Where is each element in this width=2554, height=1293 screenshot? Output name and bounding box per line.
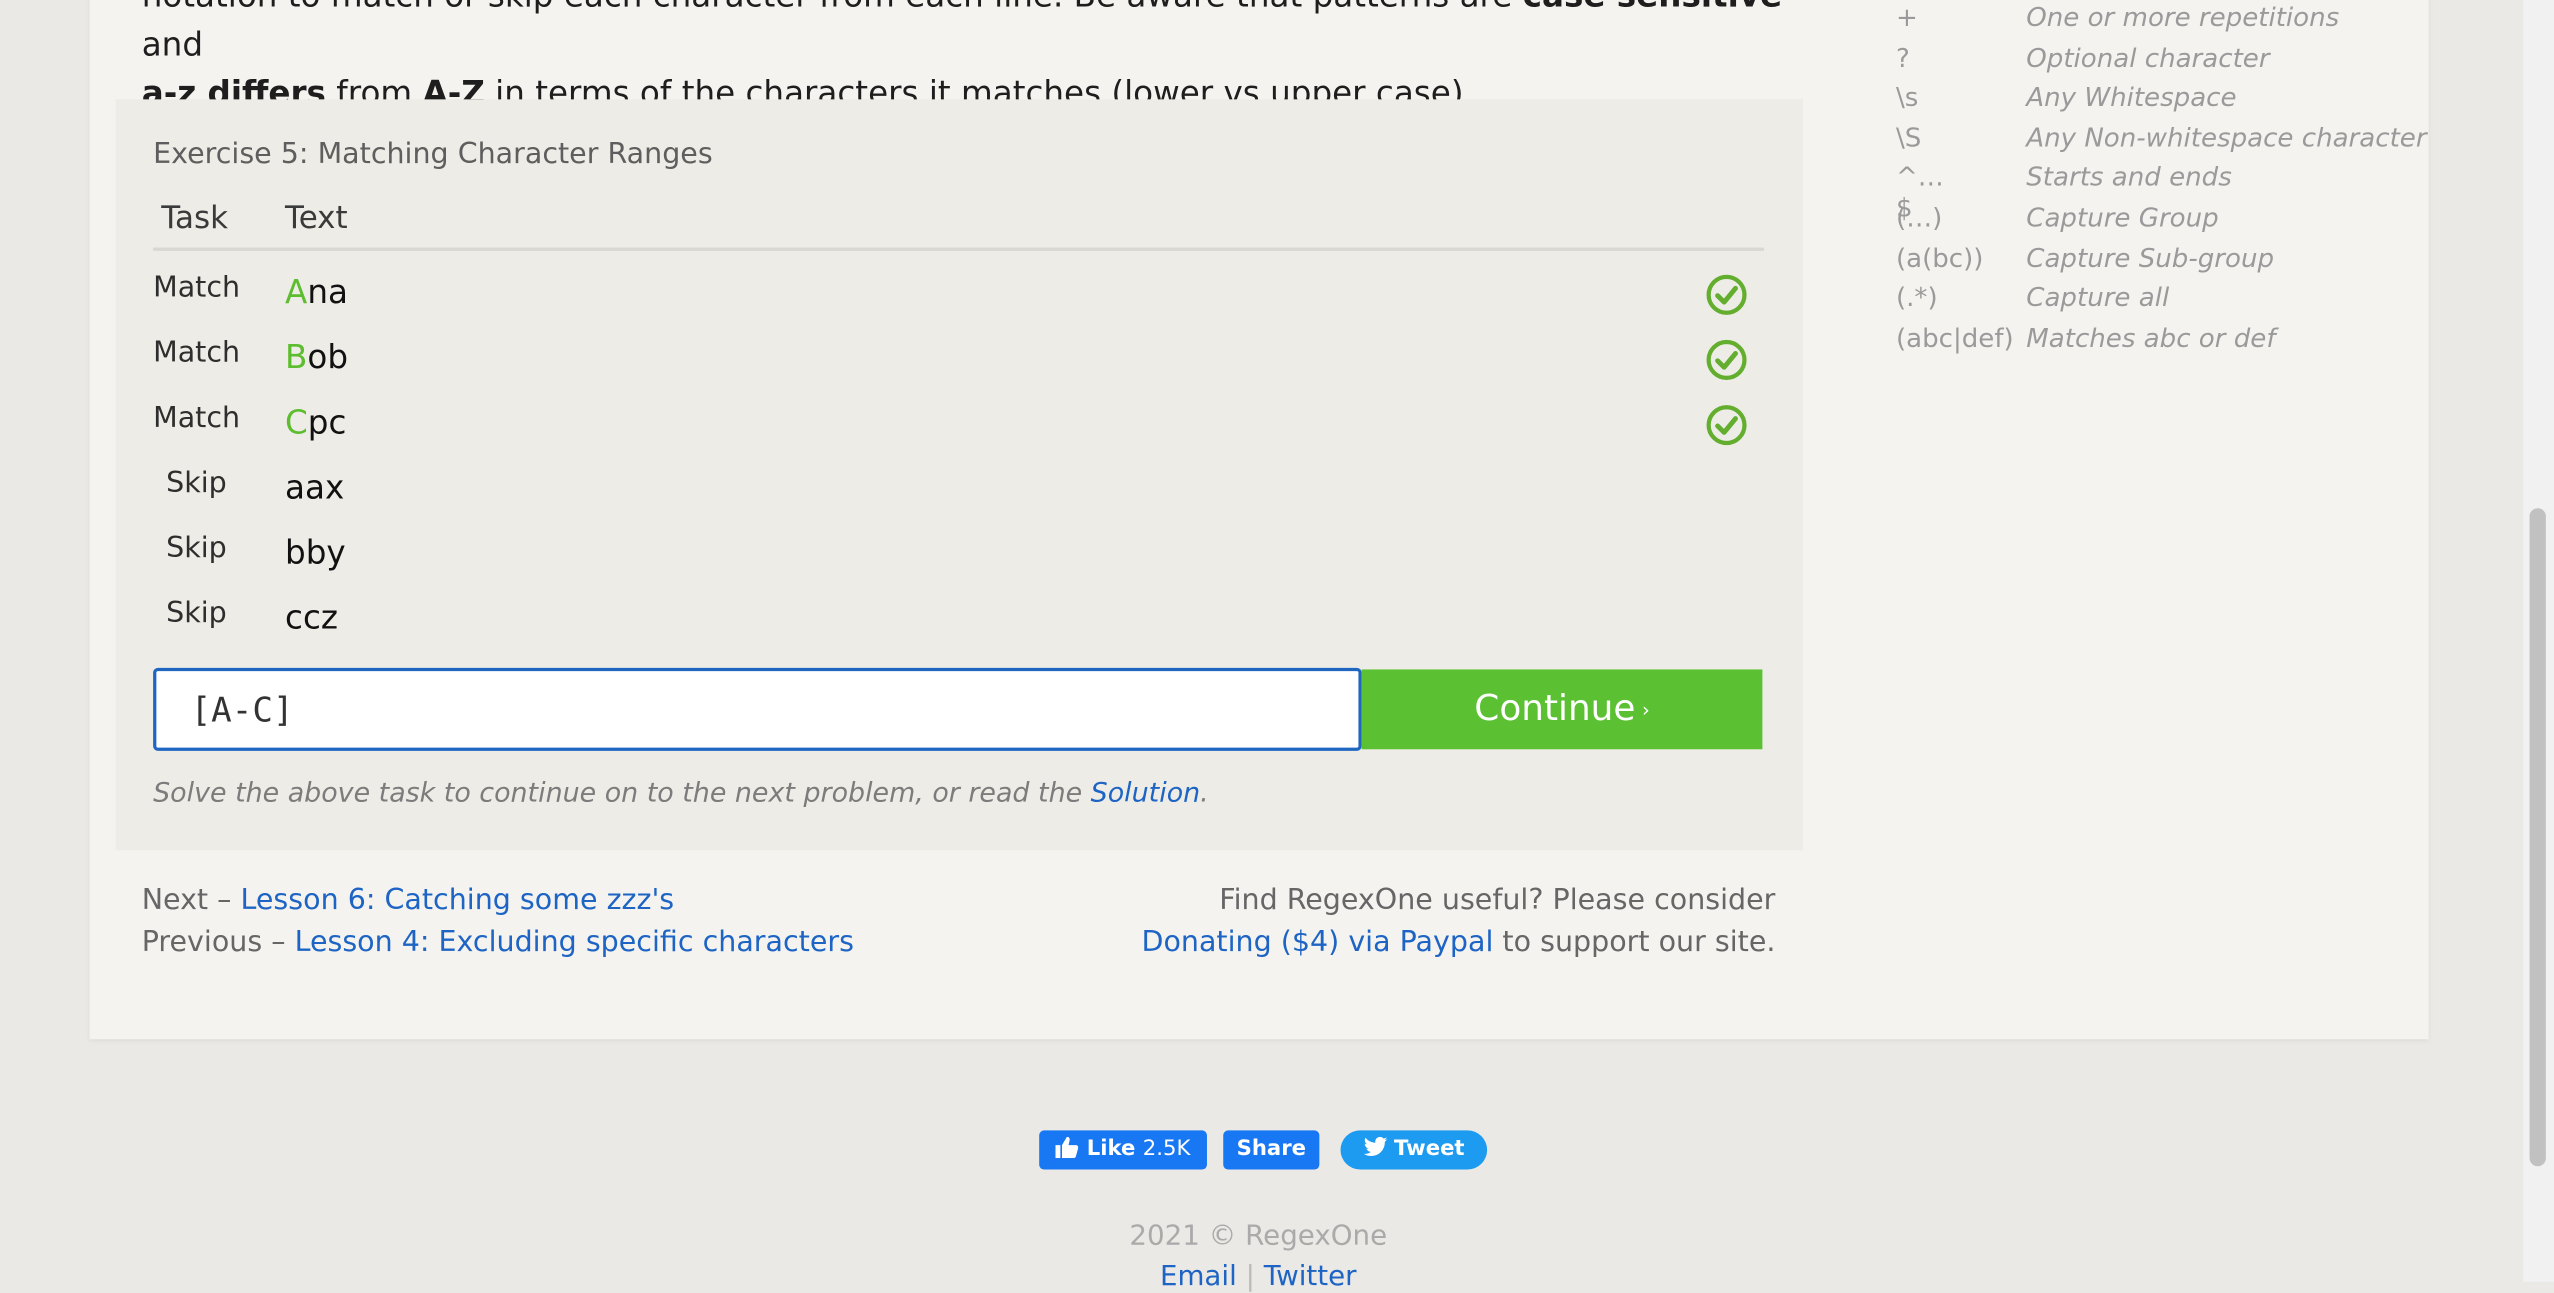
task-row: Skip aax bbox=[153, 458, 1764, 523]
task-text: ccz bbox=[285, 597, 338, 637]
task-label: Skip bbox=[166, 597, 227, 631]
task-text: Bob bbox=[285, 337, 349, 377]
solution-link[interactable]: Solution bbox=[1091, 777, 1200, 808]
check-icon bbox=[1706, 339, 1747, 381]
task-label: Skip bbox=[166, 532, 227, 566]
exercise-panel: Exercise 5: Matching Character Ranges Ta… bbox=[115, 99, 1804, 851]
exercise-title: Exercise 5: Matching Character Ranges bbox=[153, 138, 713, 172]
footer-copyright: 2021 © RegexOne bbox=[1129, 1219, 1388, 1253]
task-text: aax bbox=[285, 467, 345, 507]
task-row: Match Ana bbox=[153, 262, 1764, 327]
footer-links: Email | Twitter bbox=[1159, 1260, 1357, 1293]
next-lesson-nav: Next – Lesson 6: Catching some zzz's bbox=[141, 884, 675, 918]
task-text: bby bbox=[285, 532, 346, 572]
regex-input[interactable] bbox=[153, 667, 1362, 751]
twitter-link[interactable]: Twitter bbox=[1264, 1261, 1357, 1293]
task-row: Match Cpc bbox=[153, 393, 1764, 458]
twitter-bird-icon bbox=[1363, 1136, 1388, 1156]
check-icon bbox=[1706, 274, 1747, 315]
donate-text: Find RegexOne useful? Please consider bbox=[1219, 884, 1776, 918]
check-icon bbox=[1706, 405, 1747, 446]
column-header-text: Text bbox=[285, 200, 348, 237]
previous-lesson-link[interactable]: Lesson 4: Excluding specific characters bbox=[295, 927, 854, 960]
previous-lesson-nav: Previous – Lesson 4: Excluding specific … bbox=[141, 926, 854, 960]
task-text: Ana bbox=[285, 272, 348, 312]
facebook-like-button[interactable]: Like 2.5K bbox=[1039, 1130, 1207, 1170]
task-text: Cpc bbox=[285, 402, 347, 442]
scrollbar-thumb[interactable] bbox=[2529, 508, 2546, 1167]
task-label: Skip bbox=[166, 467, 227, 501]
task-label: Match bbox=[153, 402, 241, 435]
donate-line: Donating ($4) via Paypal to support our … bbox=[1141, 926, 1776, 960]
header-divider bbox=[153, 247, 1765, 251]
solution-hint: Solve the above task to continue on to t… bbox=[153, 776, 1209, 808]
task-label: Match bbox=[153, 337, 241, 370]
continue-button[interactable]: Continue › bbox=[1361, 669, 1763, 750]
thumbs-up-icon bbox=[1055, 1136, 1079, 1159]
facebook-share-button[interactable]: Share bbox=[1223, 1130, 1320, 1170]
task-row: Skip bby bbox=[153, 523, 1764, 588]
column-header-task: Task bbox=[161, 200, 229, 237]
task-row: Match Bob bbox=[153, 327, 1764, 392]
email-link[interactable]: Email bbox=[1160, 1261, 1237, 1293]
donate-link[interactable]: Donating ($4) via Paypal bbox=[1142, 927, 1494, 960]
task-row: Skip ccz bbox=[153, 588, 1764, 653]
task-label: Match bbox=[153, 272, 241, 305]
tweet-button[interactable]: Tweet bbox=[1340, 1130, 1488, 1170]
next-lesson-link[interactable]: Lesson 6: Catching some zzz's bbox=[241, 884, 675, 917]
chevron-right-icon: › bbox=[1641, 698, 1650, 722]
